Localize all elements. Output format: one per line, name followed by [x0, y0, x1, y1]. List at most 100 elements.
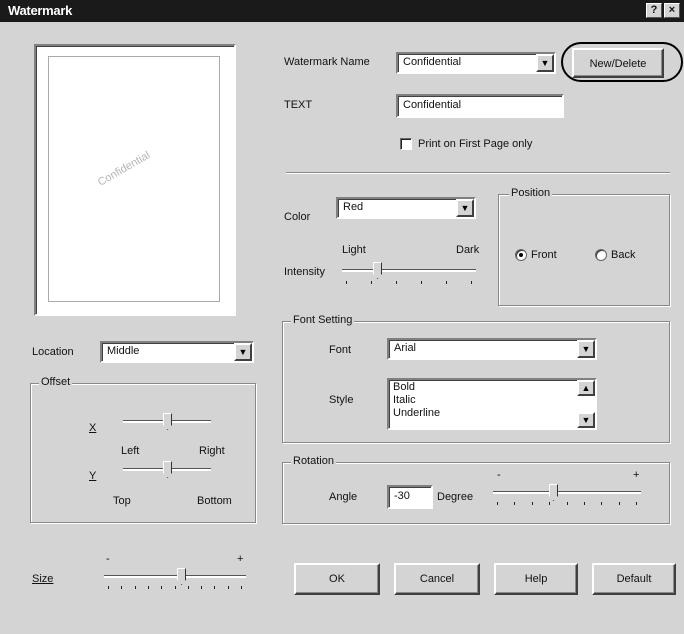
help-button[interactable]: Help — [494, 563, 578, 595]
offset-bottom-label: Bottom — [197, 495, 232, 507]
print-first-page-label: Print on First Page only — [418, 138, 533, 150]
size-slider[interactable] — [104, 567, 246, 593]
size-plus-label: + — [237, 553, 244, 565]
rotation-plus-label: + — [633, 469, 640, 481]
intensity-slider[interactable] — [342, 262, 476, 286]
location-value: Middle — [107, 345, 140, 357]
offset-y-label: Y — [89, 470, 97, 482]
divider — [286, 172, 670, 174]
intensity-light-label: Light — [342, 244, 366, 256]
help-title-button[interactable]: ? — [646, 3, 662, 18]
preview-page: Confidential — [48, 56, 220, 302]
scroll-up-icon[interactable]: ▲ — [577, 380, 595, 396]
slider-tick — [214, 586, 215, 589]
slider-tick — [421, 281, 422, 284]
dropdown-arrow-icon[interactable]: ▼ — [536, 54, 554, 72]
intensity-label: Intensity — [284, 266, 325, 278]
slider-tick — [121, 586, 122, 589]
watermark-name-value: Confidential — [403, 56, 462, 68]
position-legend: Position — [509, 187, 553, 199]
position-group: Position Front Back — [498, 187, 670, 306]
angle-label: Angle — [329, 491, 358, 503]
slider-thumb[interactable] — [163, 461, 172, 478]
front-radio[interactable] — [515, 249, 527, 261]
print-first-page-checkbox[interactable] — [400, 138, 412, 150]
location-label: Location — [32, 346, 74, 358]
location-select[interactable]: Middle ▼ — [100, 341, 254, 363]
font-label: Font — [329, 344, 352, 356]
slider-tick — [228, 586, 229, 589]
cancel-button[interactable]: Cancel — [394, 563, 480, 595]
text-input[interactable]: Confidential — [396, 94, 564, 118]
dropdown-arrow-icon[interactable]: ▼ — [456, 199, 474, 217]
style-listbox[interactable]: Bold Italic Underline ▲ ▼ — [387, 378, 597, 430]
window-title: Watermark — [8, 3, 73, 18]
slider-tick — [584, 502, 585, 505]
offset-y-slider[interactable] — [123, 460, 211, 480]
slider-tick — [175, 586, 176, 589]
font-select[interactable]: Arial ▼ — [387, 338, 597, 360]
preview-watermark-text: Confidential — [95, 149, 153, 189]
title-bar: Watermark ? × — [0, 0, 684, 22]
slider-tick — [396, 281, 397, 284]
back-radio[interactable] — [595, 249, 607, 261]
slider-tick — [188, 586, 189, 589]
slider-tick — [497, 502, 498, 505]
back-label: Back — [611, 249, 636, 261]
color-label: Color — [284, 211, 311, 223]
rotation-group: Rotation Angle -30 Degree - + — [282, 455, 670, 524]
style-option-underline[interactable]: Underline — [393, 407, 440, 420]
ok-button[interactable]: OK — [294, 563, 380, 595]
close-button[interactable]: × — [664, 3, 680, 18]
rotation-legend: Rotation — [291, 455, 336, 467]
slider-tick — [201, 586, 202, 589]
offset-right-label: Right — [199, 445, 225, 457]
slider-tick — [148, 586, 149, 589]
rotation-slider[interactable] — [493, 483, 641, 509]
slider-tick — [108, 586, 109, 589]
color-select[interactable]: Red ▼ — [336, 197, 476, 219]
slider-tick — [514, 502, 515, 505]
scroll-down-icon[interactable]: ▼ — [577, 412, 595, 428]
size-label: Size — [32, 573, 54, 585]
angle-value: -30 — [394, 490, 410, 502]
slider-tick — [471, 281, 472, 284]
intensity-dark-label: Dark — [456, 244, 480, 256]
dropdown-arrow-icon[interactable]: ▼ — [234, 343, 252, 361]
dropdown-arrow-icon[interactable]: ▼ — [577, 340, 595, 358]
slider-track — [342, 269, 476, 272]
font-setting-legend: Font Setting — [291, 314, 355, 326]
slider-tick — [446, 281, 447, 284]
watermark-preview: Confidential — [34, 44, 236, 316]
slider-thumb[interactable] — [549, 484, 558, 501]
style-option-italic[interactable]: Italic — [393, 394, 416, 407]
offset-legend: Offset — [39, 376, 73, 388]
watermark-name-select[interactable]: Confidential ▼ — [396, 52, 556, 74]
angle-input[interactable]: -30 — [387, 485, 433, 509]
font-value: Arial — [394, 342, 417, 354]
rotation-minus-label: - — [497, 469, 501, 481]
offset-left-label: Left — [121, 445, 140, 457]
style-label: Style — [329, 394, 354, 406]
front-label: Front — [531, 249, 557, 261]
color-value: Red — [343, 201, 364, 213]
slider-tick — [346, 281, 347, 284]
offset-x-slider[interactable] — [123, 412, 211, 432]
slider-tick — [636, 502, 637, 505]
watermark-name-label: Watermark Name — [284, 56, 370, 68]
slider-thumb[interactable] — [177, 568, 186, 585]
slider-tick — [549, 502, 550, 505]
slider-tick — [601, 502, 602, 505]
offset-group: Offset X Left Right Y Top Bottom — [30, 376, 256, 523]
slider-thumb[interactable] — [373, 262, 382, 279]
slider-tick — [161, 586, 162, 589]
slider-tick — [371, 281, 372, 284]
offset-x-label: X — [89, 422, 97, 434]
slider-tick — [532, 502, 533, 505]
font-setting-group: Font Setting Font Arial ▼ Style Bold Ita… — [282, 314, 670, 443]
slider-track — [104, 575, 246, 578]
text-label: TEXT — [284, 99, 313, 111]
default-button[interactable]: Default — [592, 563, 676, 595]
style-option-bold[interactable]: Bold — [393, 381, 415, 394]
slider-thumb[interactable] — [163, 413, 172, 430]
